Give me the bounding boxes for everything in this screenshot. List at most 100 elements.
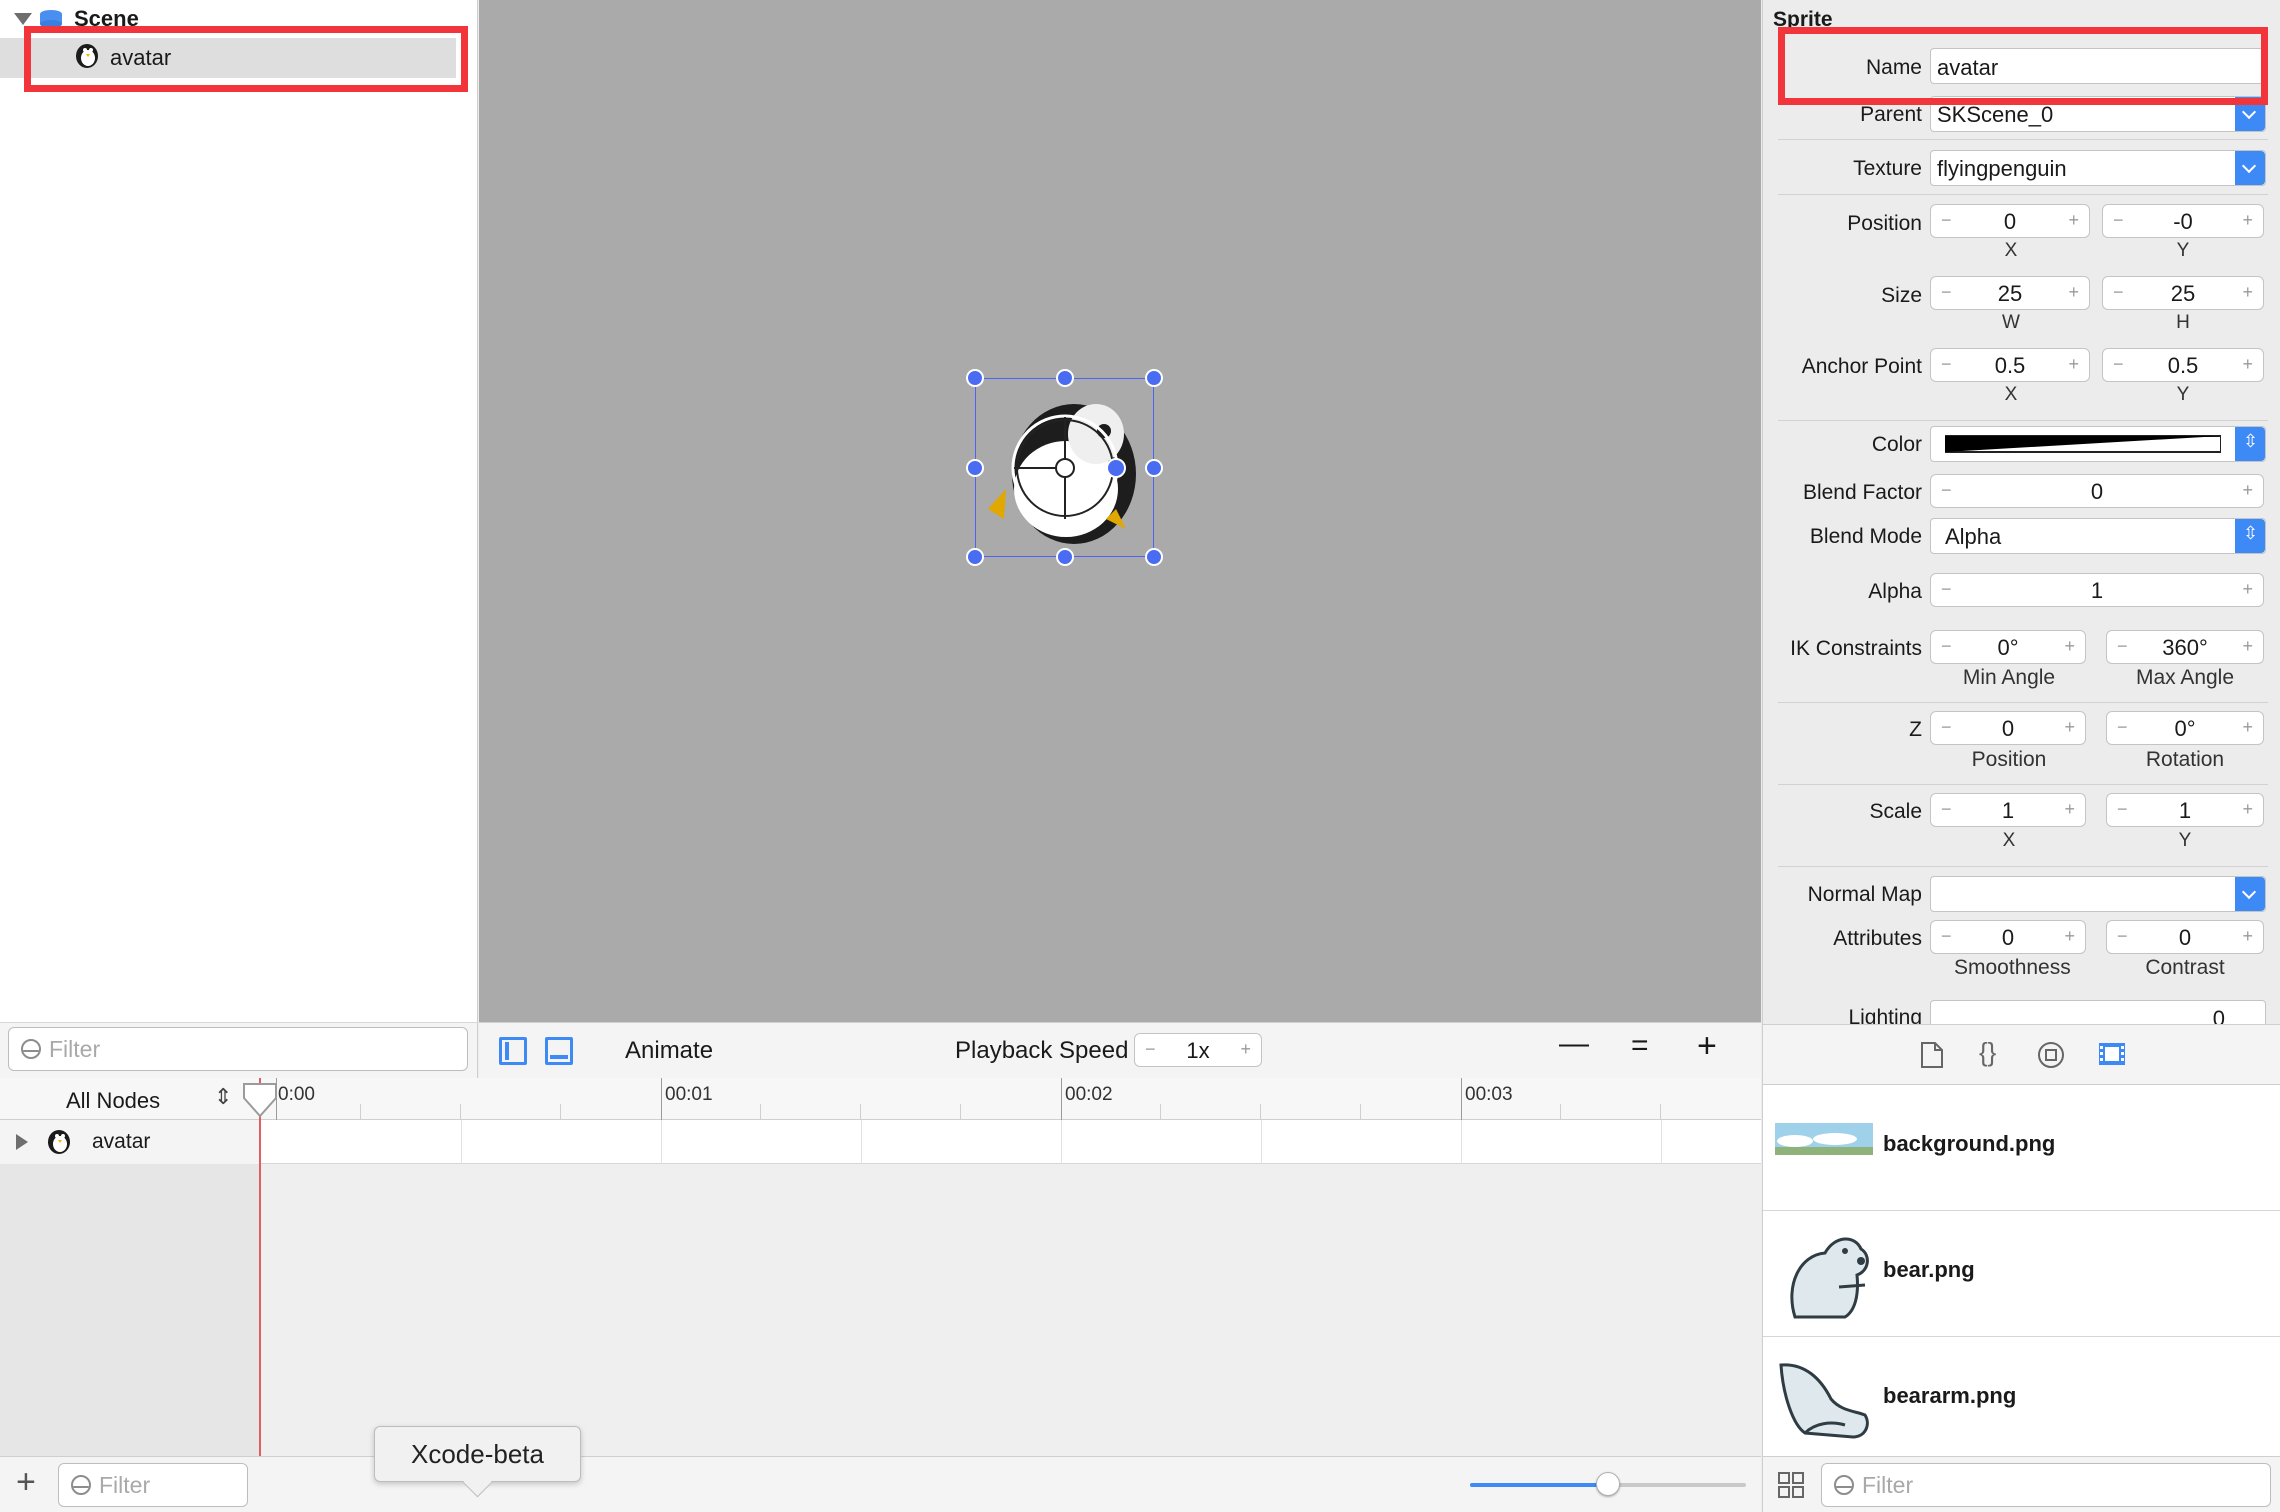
disclosure-triangle-icon[interactable] [16,1134,28,1150]
increment-button[interactable]: + [2242,579,2253,600]
time-label: 00:02 [1065,1084,1113,1105]
resize-handle-br[interactable] [1145,548,1163,566]
increment-button[interactable]: + [2064,636,2075,657]
library-item-name: bear.png [1883,1257,1975,1282]
zoom-reset-button[interactable]: = [1631,1029,1649,1063]
position-x-stepper[interactable]: − 0 + [1930,204,2090,238]
blend-mode-popup[interactable]: Alpha [1930,518,2266,554]
library-filter-input[interactable]: Filter [1821,1463,2271,1507]
playhead-handle[interactable] [242,1082,278,1123]
object-library-icon[interactable] [2037,1041,2065,1069]
scene-canvas[interactable] [479,0,1761,1022]
media-library-icon[interactable] [2097,1039,2127,1069]
z-rotation-stepper[interactable]: − 0° + [2106,711,2264,745]
increment-button[interactable]: + [2242,636,2253,657]
texture-combo[interactable]: flyingpenguin [1930,150,2266,186]
ik-min-stepper[interactable]: − 0° + [1930,630,2086,664]
increment-button[interactable]: + [2064,799,2075,820]
increment-button[interactable]: + [2242,799,2253,820]
position-x-value: 0 [2003,209,2017,234]
library-item-beararm[interactable]: beararm.png [1763,1337,2280,1463]
penguin-icon [44,1126,74,1161]
increment-button[interactable]: + [2068,210,2079,231]
animate-button[interactable]: Animate [625,1037,713,1065]
lighting-field[interactable]: 0 [1930,1000,2266,1024]
resize-handle-l[interactable] [966,459,984,477]
popup-arrows-icon[interactable] [2235,519,2265,553]
blend-factor-stepper[interactable]: − 0 + [1930,474,2264,508]
resize-handle-r[interactable] [1145,459,1163,477]
increment-button[interactable]: + [2242,210,2253,231]
show-navigator-icon[interactable] [499,1037,527,1065]
size-h-stepper[interactable]: − 25 + [2102,276,2264,310]
add-button[interactable]: + [16,1463,36,1502]
color-label: Color [1871,433,1922,456]
increment-button[interactable]: + [2242,282,2253,303]
timeline-scope-popup[interactable]: All Nodes ⇕ [0,1078,260,1120]
timeline-filter-input[interactable]: Filter [58,1463,248,1507]
resize-handle-b[interactable] [1056,548,1074,566]
zoom-out-button[interactable]: — [1559,1027,1589,1061]
zoom-in-button[interactable]: + [1697,1027,1717,1066]
increment-button[interactable]: + [2242,717,2253,738]
increment-button[interactable]: + [2242,354,2253,375]
increment-button[interactable]: + [2242,926,2253,947]
increment-button[interactable]: + [2242,480,2253,501]
smoothness-value: 0 [2001,925,2015,950]
alpha-stepper[interactable]: − 1 + [1930,573,2264,607]
playhead-line[interactable] [259,1078,261,1456]
penguin-sprite[interactable] [976,379,1155,558]
anchor-y-stepper[interactable]: − 0.5 + [2102,348,2264,382]
thumbnail-background [1775,1123,1873,1155]
scale-y-stepper[interactable]: − 1 + [2106,793,2264,827]
contrast-stepper[interactable]: − 0 + [2106,920,2264,954]
code-snippet-icon[interactable]: {} [1979,1037,1996,1068]
smoothness-stepper[interactable]: − 0 + [1930,920,2086,954]
size-w-stepper[interactable]: − 25 + [1930,276,2090,310]
file-inspector-icon[interactable] [1919,1041,1945,1069]
slider-knob[interactable] [1596,1472,1620,1496]
z-label: Z [1909,718,1922,741]
timeline-zoom-slider[interactable] [1470,1472,1746,1496]
size-w-value: 25 [1997,281,2023,306]
anchor-y-value: 0.5 [2167,353,2199,378]
scale-x-stepper[interactable]: − 1 + [1930,793,2086,827]
resize-handle-tr[interactable] [1145,369,1163,387]
ik-max-stepper[interactable]: − 360° + [2106,630,2264,664]
sprite-selection[interactable] [966,369,1163,566]
size-h-value: 25 [2170,281,2196,306]
utilities-tab-bar: {} [1762,1024,2280,1084]
resize-handle-bl[interactable] [966,548,984,566]
color-well[interactable] [1930,426,2266,462]
library-item-bear[interactable]: bear.png [1763,1211,2280,1337]
playback-speed-stepper[interactable]: − 1x + [1134,1033,1262,1067]
scale-y-caption: Y [2178,830,2192,851]
increment-button[interactable]: + [2068,354,2079,375]
timeline-tracks[interactable] [0,1164,1761,1456]
chevron-down-icon[interactable] [2235,151,2265,185]
library-item-name: beararm.png [1883,1383,2017,1408]
position-x-caption: X [2004,240,2018,261]
position-y-stepper[interactable]: − -0 + [2102,204,2264,238]
size-h-caption: H [2176,312,2190,333]
increment-button[interactable]: + [1240,1039,1251,1060]
increment-button[interactable]: + [2064,926,2075,947]
navigator-filter-input[interactable]: Filter [8,1027,468,1071]
thumbnail-bear [1790,1237,1869,1319]
disclosure-triangle-icon[interactable] [14,13,32,25]
library-item-background[interactable]: background.png [1763,1085,2280,1211]
grid-view-icon[interactable] [1777,1471,1805,1499]
chevron-down-icon[interactable] [2235,877,2265,911]
timeline-footer: + Filter [0,1456,1761,1512]
scene-navigator: Scene avatar [0,0,478,1022]
resize-handle-t[interactable] [1056,369,1074,387]
popup-arrows-icon[interactable] [2235,427,2265,461]
resize-handle-tl[interactable] [966,369,984,387]
increment-button[interactable]: + [2068,282,2079,303]
normal-map-combo[interactable] [1930,876,2266,912]
timeline-row-avatar[interactable]: avatar [0,1120,1761,1164]
anchor-x-stepper[interactable]: − 0.5 + [1930,348,2090,382]
z-position-stepper[interactable]: − 0 + [1930,711,2086,745]
show-timeline-icon[interactable] [545,1037,573,1065]
increment-button[interactable]: + [2064,717,2075,738]
